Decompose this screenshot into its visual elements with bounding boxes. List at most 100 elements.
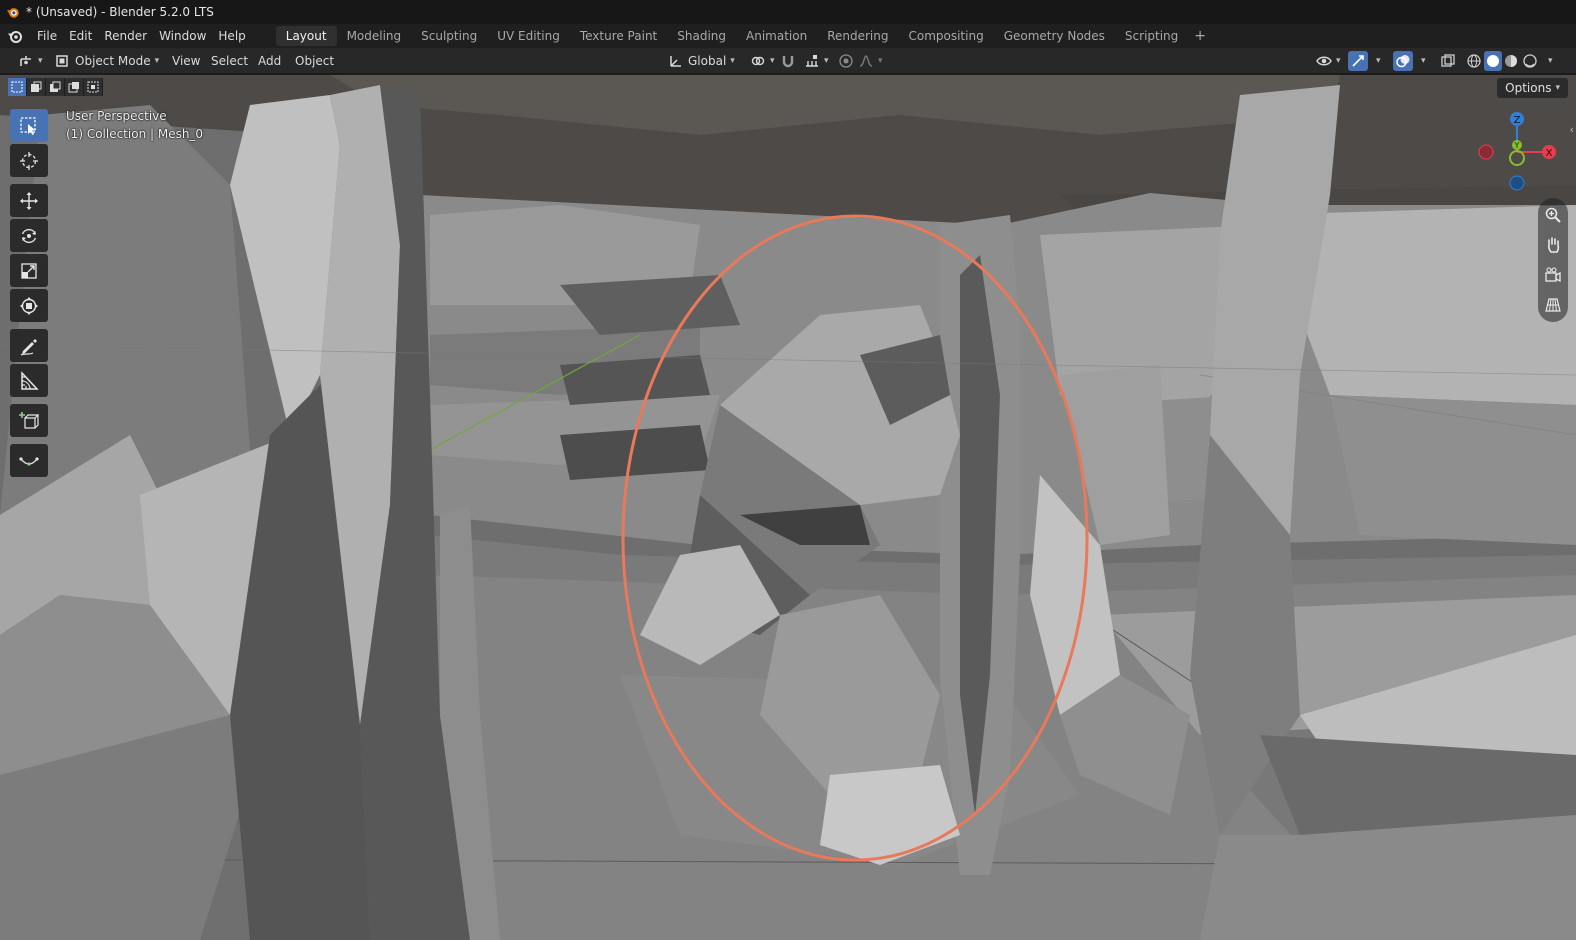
tool-transform[interactable] [10,289,48,322]
select-intersect-button[interactable] [84,78,103,96]
select-invert-icon [68,82,79,93]
visibility-dropdown[interactable]: ▾ [1312,51,1345,71]
orientation-global-icon [670,56,681,67]
select-box-icon [20,116,36,135]
grid-perspective-icon [1545,298,1561,312]
tool-move[interactable] [10,184,48,217]
chevron-down-icon: ▾ [770,56,775,66]
perspective-toggle-button[interactable] [1538,290,1568,320]
tab-geometry-nodes[interactable]: Geometry Nodes [994,26,1115,46]
chevron-down-icon: ▾ [1336,56,1341,66]
proportional-edit-toggle[interactable] [838,51,854,71]
menu-view[interactable]: View [166,51,206,71]
blender-logo-icon [6,8,19,18]
mode-label: Object Mode [75,54,151,68]
gizmo-dropdown-chevron[interactable]: ▾ [1376,51,1381,71]
pivot-point-dropdown[interactable]: ▾ [746,51,779,71]
tab-texture-paint[interactable]: Texture Paint [570,26,667,46]
add-workspace-button[interactable]: + [1188,28,1212,44]
3d-viewport[interactable]: User Perspective (1) Collection | Mesh_0 [0,75,1576,940]
menu-object[interactable]: Object [289,51,340,71]
move-icon [20,191,38,210]
chevron-down-icon: ▾ [1555,83,1560,93]
transform-icon [20,296,38,315]
transform-orientation-dropdown[interactable]: Global ▾ [664,51,739,71]
overlays-icon [1396,55,1410,68]
tab-uv-editing[interactable]: UV Editing [487,26,570,46]
sidebar-toggle-chevron-icon[interactable]: ‹ [1570,123,1574,136]
proportional-edit-icon [839,54,853,68]
mode-dropdown[interactable]: Object Mode ▾ [50,51,163,71]
neg-y-axis-handle[interactable] [1509,150,1525,166]
tab-scripting[interactable]: Scripting [1115,26,1188,46]
menu-select[interactable]: Select [205,51,254,71]
tab-compositing[interactable]: Compositing [898,26,993,46]
hand-icon [1547,237,1560,253]
editor-type-dropdown[interactable]: ▾ [14,51,47,71]
chevron-down-icon: ▾ [824,56,829,66]
xray-toggle[interactable] [1440,51,1456,71]
shading-rendered-button[interactable] [1522,51,1538,71]
tab-layout[interactable]: Layout [275,26,337,46]
tab-sculpting[interactable]: Sculpting [411,26,487,46]
menu-add[interactable]: Add [252,51,287,71]
shading-solid-button[interactable] [1484,51,1502,71]
xray-icon [1441,54,1455,67]
orientation-label: Global [688,54,727,68]
tab-rendering[interactable]: Rendering [817,26,898,46]
shading-dropdown-chevron[interactable]: ▾ [1548,51,1553,71]
blender-menu-icon[interactable] [7,28,23,44]
title-bar: * (Unsaved) - Blender 5.2.0 LTS [0,0,1576,24]
tool-cursor[interactable] [10,144,48,177]
pan-button[interactable] [1538,230,1568,260]
proportional-falloff-dropdown[interactable]: ▾ [858,51,883,71]
x-axis-label: X [1546,148,1553,159]
select-new-icon [11,81,23,93]
chevron-down-icon: ▾ [878,56,883,66]
navigation-gizmo[interactable]: Z Y X [1478,109,1564,195]
snap-target-dropdown[interactable]: ▾ [800,51,833,71]
y-axis-label: Y [1514,141,1520,150]
falloff-curve-icon [859,55,873,67]
overlays-dropdown-chevron[interactable]: ▾ [1421,51,1426,71]
snap-toggle[interactable] [780,51,796,71]
tool-select-box[interactable] [10,109,48,142]
collection-info-label: (1) Collection | Mesh_0 [66,127,204,141]
viewport-header: ▾ Object Mode ▾ View Select Add Object G… [0,48,1576,74]
menu-file[interactable]: File [31,26,63,46]
gizmo-toggle[interactable] [1348,51,1368,71]
tool-shelf [10,109,50,479]
neg-x-axis-handle[interactable] [1478,144,1494,160]
tab-animation[interactable]: Animation [736,26,817,46]
menu-help[interactable]: Help [212,26,251,46]
tool-measure[interactable] [10,364,48,397]
tool-extra[interactable] [10,444,48,477]
curve-tool-icon [19,456,39,466]
tool-add-cube[interactable] [10,404,48,437]
object-mode-icon [56,55,68,67]
rendered-sphere-icon [1523,54,1537,68]
tab-shading[interactable]: Shading [667,26,736,46]
zoom-button[interactable] [1538,200,1568,230]
select-extend-button[interactable] [27,78,46,96]
menu-window[interactable]: Window [153,26,212,46]
camera-view-button[interactable] [1538,260,1568,290]
neg-z-axis-handle[interactable] [1509,175,1525,191]
select-invert-button[interactable] [65,78,84,96]
tool-annotate[interactable] [10,329,48,362]
menu-render[interactable]: Render [98,26,153,46]
editor-type-icon [20,56,31,66]
select-subtract-button[interactable] [46,78,65,96]
select-new-button[interactable] [8,78,27,96]
tool-scale[interactable] [10,254,48,287]
shading-wireframe-button[interactable] [1466,51,1482,71]
overlays-toggle[interactable] [1393,51,1413,71]
options-label: Options [1505,81,1552,95]
menu-edit[interactable]: Edit [63,26,98,46]
tab-modeling[interactable]: Modeling [337,26,412,46]
tool-rotate[interactable] [10,219,48,252]
pivot-icon [751,56,765,66]
options-dropdown[interactable]: Options ▾ [1497,78,1568,98]
select-intersect-icon [87,81,99,93]
shading-material-button[interactable] [1503,51,1519,71]
